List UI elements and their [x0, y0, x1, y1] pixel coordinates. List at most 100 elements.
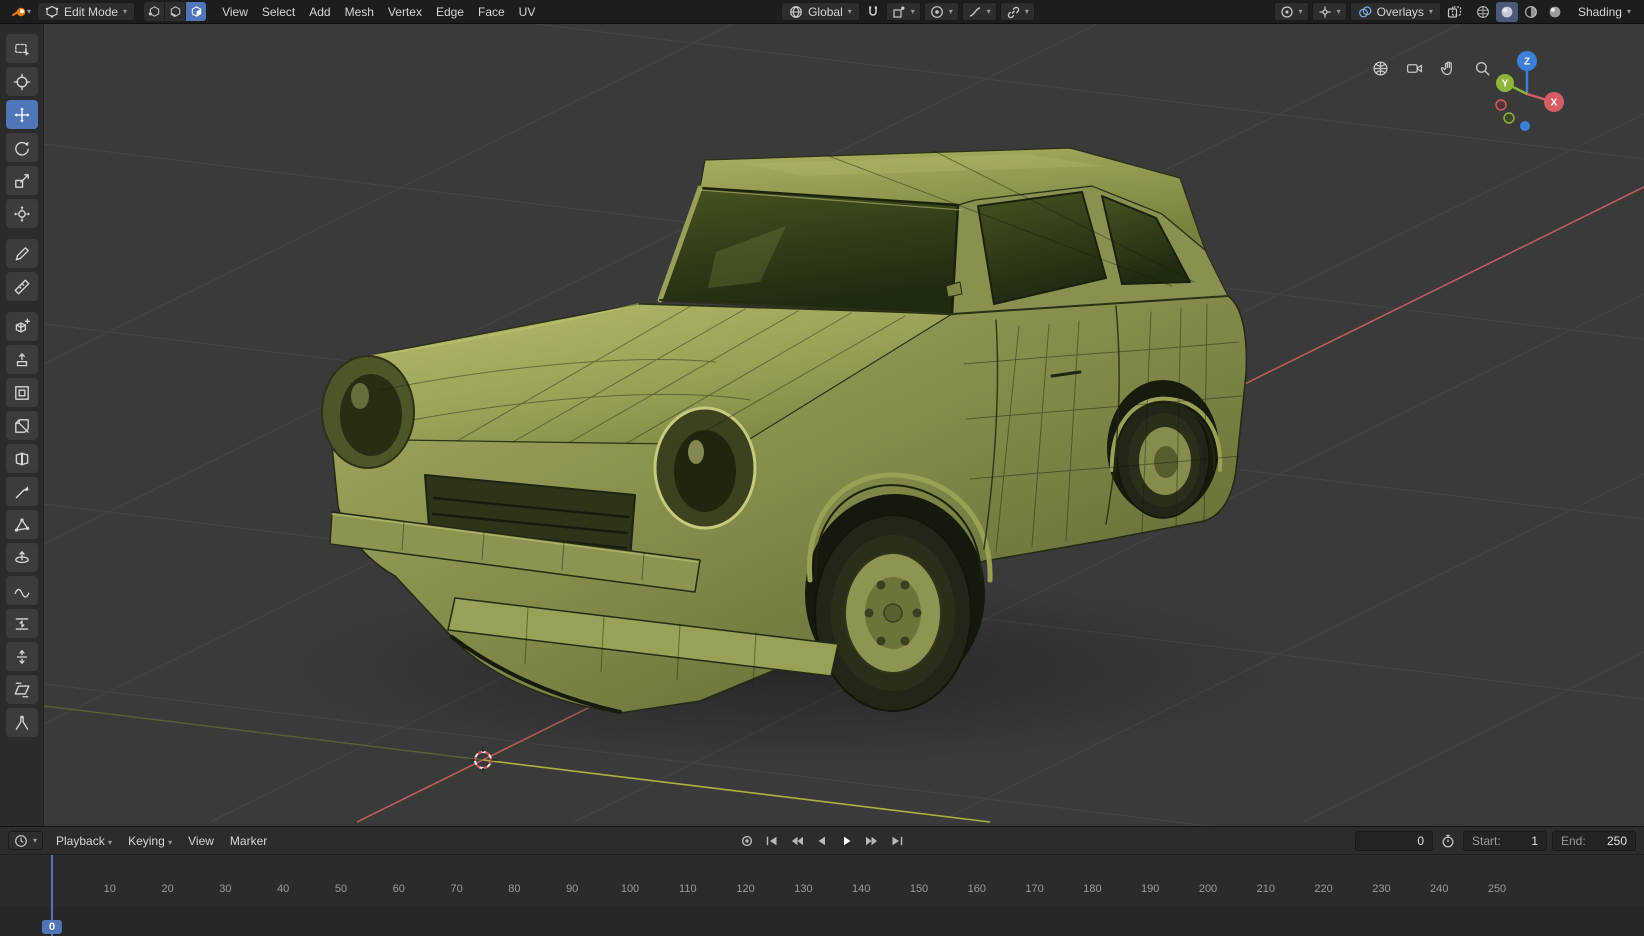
tool-measure[interactable] [6, 272, 38, 301]
edge-select-button[interactable] [165, 2, 185, 21]
play-reverse-button[interactable] [811, 831, 833, 851]
timeline-menu-marker[interactable]: Marker [223, 830, 274, 852]
snap-link-options[interactable]: ▾ [1000, 2, 1035, 21]
frame-tick-220: 220 [1314, 883, 1332, 895]
tool-extrude-region[interactable] [6, 345, 38, 374]
frame-tick-70: 70 [450, 883, 462, 895]
auto-keying-button[interactable] [736, 831, 758, 851]
frame-tick-240: 240 [1430, 883, 1448, 895]
shading-material-button[interactable] [1520, 2, 1542, 22]
tool-edge-slide[interactable] [6, 609, 38, 638]
frame-tick-100: 100 [621, 883, 639, 895]
falloff-curve-select[interactable]: ▾ [962, 2, 997, 21]
menu-face[interactable]: Face [471, 1, 512, 23]
tool-shrink-fatten[interactable] [6, 642, 38, 671]
orientation-select[interactable]: Global ▾ [781, 2, 860, 21]
gizmo-y-label: Y [1502, 79, 1509, 90]
shading-solid-button[interactable] [1496, 2, 1518, 22]
timeline-menu-keying[interactable]: Keying ▾ [121, 830, 179, 852]
tool-bevel[interactable] [6, 411, 38, 440]
tool-inset-faces[interactable] [6, 378, 38, 407]
viewport-3d[interactable]: Z X Y [44, 24, 1644, 826]
gizmos-toggle[interactable]: ▾ [1312, 2, 1347, 21]
face-select-button[interactable] [186, 2, 206, 21]
jump-to-start-button[interactable] [761, 831, 783, 851]
current-frame-field[interactable]: 0 [1355, 831, 1433, 851]
tool-smooth[interactable] [6, 576, 38, 605]
timeline-menus: Playback ▾Keying ▾ViewMarker [49, 830, 274, 852]
vertex-select-button[interactable] [144, 2, 164, 21]
menu-uv[interactable]: UV [512, 1, 543, 23]
tool-scale[interactable] [6, 166, 38, 195]
tool-shear[interactable] [6, 675, 38, 704]
tool-loop-cut[interactable] [6, 444, 38, 473]
menu-vertex[interactable]: Vertex [381, 1, 429, 23]
toolbar [0, 24, 44, 826]
shading-popover-button[interactable]: Shading ▾ [1573, 5, 1636, 19]
app-menu-caret: ▾ [27, 8, 31, 16]
timeline-menubar: ▾ Playback ▾Keying ▾ViewMarker 0 Start: … [0, 827, 1644, 855]
tool-annotate[interactable] [6, 239, 38, 268]
app-logo-icon[interactable]: ▾ [8, 2, 34, 22]
orthographic-toggle-icon[interactable] [1368, 56, 1392, 80]
xray-toggle[interactable] [1444, 2, 1465, 22]
timeline-menu-view[interactable]: View [181, 830, 221, 852]
timeline-menu-playback[interactable]: Playback ▾ [49, 830, 119, 852]
start-frame-field[interactable]: Start: 1 [1463, 831, 1547, 851]
tool-knife[interactable] [6, 477, 38, 506]
header-menubar: ViewSelectAddMeshVertexEdgeFaceUV [215, 1, 542, 23]
pivot-point-select[interactable]: ▾ [1274, 2, 1309, 21]
tool-transform[interactable] [6, 199, 38, 228]
select-mode-group [144, 2, 206, 21]
tool-move[interactable] [6, 100, 38, 129]
frame-tick-200: 200 [1199, 883, 1217, 895]
prev-keyframe-button[interactable] [786, 831, 808, 851]
jump-to-end-button[interactable] [886, 831, 908, 851]
mode-select[interactable]: Edit Mode ▾ [37, 2, 135, 21]
next-keyframe-button[interactable] [861, 831, 883, 851]
pan-hand-icon[interactable] [1436, 56, 1460, 80]
menu-mesh[interactable]: Mesh [338, 1, 381, 23]
start-label: Start: [1472, 834, 1501, 848]
tool-poly-build[interactable] [6, 510, 38, 539]
viewport-canvas[interactable] [44, 24, 1644, 826]
overlays-label: Overlays [1377, 5, 1424, 19]
tool-rotate[interactable] [6, 133, 38, 162]
play-button[interactable] [836, 831, 858, 851]
gizmo-z-neg[interactable] [1520, 121, 1530, 131]
gizmo-x-neg[interactable] [1496, 100, 1506, 110]
frame-tick-10: 10 [104, 883, 116, 895]
preview-range-toggle[interactable] [1438, 831, 1458, 851]
orientation-label: Global [808, 5, 843, 19]
frame-tick-60: 60 [393, 883, 405, 895]
timeline-ruler[interactable]: 0 10203040506070809010011012013014015016… [0, 855, 1644, 936]
current-frame-value: 0 [1417, 834, 1424, 848]
snap-toggle[interactable] [863, 2, 883, 22]
menu-select[interactable]: Select [255, 1, 302, 23]
tool-rip-region[interactable] [6, 708, 38, 737]
front-wheel [815, 515, 971, 711]
proportional-editing-toggle[interactable]: ▾ [924, 2, 959, 21]
overlays-toggle[interactable]: Overlays ▾ [1350, 2, 1441, 21]
menu-edge[interactable]: Edge [429, 1, 471, 23]
shading-wireframe-button[interactable] [1472, 2, 1494, 22]
menu-view[interactable]: View [215, 1, 255, 23]
gizmo-x-label: X [1551, 98, 1558, 109]
frame-tick-120: 120 [736, 883, 754, 895]
transport-controls [736, 831, 908, 851]
tool-add-cube[interactable] [6, 312, 38, 341]
tool-spin[interactable] [6, 543, 38, 572]
snap-target-select[interactable]: ▾ [886, 2, 921, 21]
frame-tick-160: 160 [968, 883, 986, 895]
gizmo-z-label: Z [1524, 57, 1530, 68]
camera-view-icon[interactable] [1402, 56, 1426, 80]
end-frame-field[interactable]: End: 250 [1552, 831, 1636, 851]
menu-add[interactable]: Add [302, 1, 337, 23]
tool-cursor[interactable] [6, 67, 38, 96]
gizmo-y-neg[interactable] [1504, 113, 1514, 123]
tool-select-box[interactable] [6, 34, 38, 63]
navigation-gizmo[interactable]: Z X Y [1484, 46, 1570, 132]
editor-type-select[interactable]: ▾ [8, 831, 43, 850]
mode-label: Edit Mode [64, 5, 118, 19]
shading-rendered-button[interactable] [1544, 2, 1566, 22]
